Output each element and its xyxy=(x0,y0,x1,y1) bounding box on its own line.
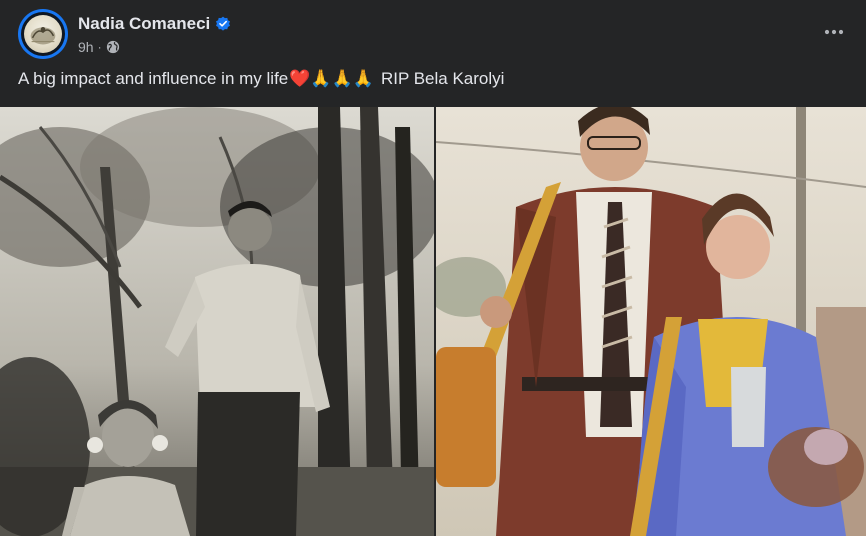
post-meta: Nadia Comaneci 9h · xyxy=(78,14,231,55)
post-photo-left[interactable] xyxy=(0,107,434,536)
globe-icon[interactable] xyxy=(106,40,120,54)
more-options-button[interactable] xyxy=(816,14,852,50)
post-timestamp[interactable]: 9h xyxy=(78,39,94,55)
caption-emojis: ❤️🙏🙏🙏 xyxy=(289,69,374,88)
verified-badge-icon xyxy=(215,16,231,32)
facebook-post: Nadia Comaneci 9h · A big impact and inf… xyxy=(0,0,866,536)
author-name[interactable]: Nadia Comaneci xyxy=(78,14,210,34)
author-avatar[interactable] xyxy=(18,9,68,59)
post-header: Nadia Comaneci 9h · xyxy=(18,8,231,60)
post-photo-right[interactable] xyxy=(436,107,866,536)
avatar-logo-icon xyxy=(30,26,56,45)
avatar-image xyxy=(24,15,62,53)
more-options-icon xyxy=(824,29,844,35)
separator-dot: · xyxy=(97,39,102,54)
post-caption: A big impact and influence in my life ❤️… xyxy=(18,69,504,89)
caption-tail: RIP Bela Karolyi xyxy=(380,69,505,88)
caption-text: A big impact and influence in my life xyxy=(18,69,289,88)
bw-photo-image xyxy=(0,107,434,536)
color-photo-image xyxy=(436,107,866,536)
